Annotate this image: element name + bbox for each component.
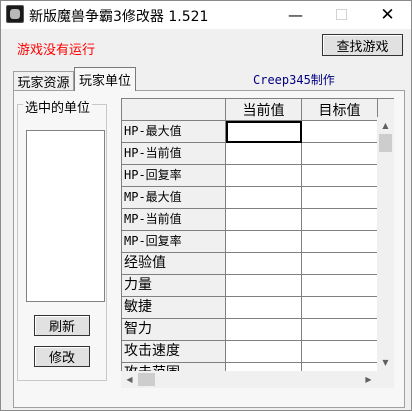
game-status-text: 游戏没有运行	[17, 43, 96, 58]
attribute-label: HP-最大值	[122, 121, 226, 143]
window-title: 新版魔兽争霸3修改器 1.521	[29, 9, 209, 25]
grid-corner-header	[122, 99, 226, 121]
vertical-scroll-thumb[interactable]	[379, 134, 392, 152]
attribute-label: HP-当前值	[122, 143, 226, 165]
attribute-label: MP-当前值	[122, 209, 226, 231]
grid-row: 力量	[122, 275, 394, 297]
current-value-cell[interactable]	[226, 297, 302, 319]
maximize-icon: ☐	[334, 6, 349, 24]
attribute-label: MP-回复率	[122, 231, 226, 253]
current-value-cell[interactable]	[226, 209, 302, 231]
grid-row: HP-最大值	[122, 121, 394, 143]
vertical-scrollbar[interactable]: ▲ ▼	[377, 117, 394, 371]
close-icon: ✕	[380, 5, 395, 25]
current-value-cell[interactable]	[226, 275, 302, 297]
grid-row: HP-回复率	[122, 165, 394, 187]
selected-unit-group-label: 选中的单位	[23, 97, 93, 116]
target-value-cell[interactable]	[302, 319, 378, 341]
target-value-cell[interactable]	[302, 165, 378, 187]
current-value-cell[interactable]	[226, 363, 302, 371]
target-value-cell[interactable]	[302, 209, 378, 231]
current-value-cell[interactable]	[226, 143, 302, 165]
refresh-button[interactable]: 刷新	[34, 315, 90, 336]
target-value-cell[interactable]	[302, 143, 378, 165]
attribute-label: MP-最大值	[122, 187, 226, 209]
current-value-cell[interactable]	[226, 187, 302, 209]
current-value-cell[interactable]	[226, 319, 302, 341]
app-window: 新版魔兽争霸3修改器 1.521 — ☐ ✕ 游戏没有运行 查找游戏 玩家资源 …	[0, 0, 412, 411]
target-value-cell[interactable]	[302, 341, 378, 363]
close-button[interactable]: ✕	[365, 1, 410, 29]
current-value-cell[interactable]	[226, 165, 302, 187]
target-value-cell[interactable]	[302, 187, 378, 209]
target-value-cell[interactable]	[302, 253, 378, 275]
target-value-cell[interactable]	[302, 121, 378, 143]
grid-row: HP-当前值	[122, 143, 394, 165]
target-value-cell[interactable]	[302, 297, 378, 319]
column-header-target[interactable]: 目标值	[302, 99, 378, 121]
app-icon[interactable]	[6, 5, 24, 23]
modify-button[interactable]: 修改	[34, 346, 90, 367]
attribute-label: 力量	[122, 275, 226, 297]
tab-player-units[interactable]: 玩家单位	[74, 67, 136, 91]
selected-unit-list[interactable]	[26, 130, 105, 302]
current-value-cell[interactable]	[226, 231, 302, 253]
attribute-label: 攻击速度	[122, 341, 226, 363]
attribute-label: HP-回复率	[122, 165, 226, 187]
grid-row: 攻击速度	[122, 341, 394, 363]
scroll-left-icon[interactable]: ◀	[121, 371, 138, 388]
scrollbar-corner	[377, 371, 394, 388]
current-value-cell[interactable]	[226, 121, 302, 143]
grid-row: 攻击范围	[122, 363, 394, 371]
target-value-cell[interactable]	[302, 231, 378, 253]
find-game-button[interactable]: 查找游戏	[322, 34, 403, 56]
grid-row: 智力	[122, 319, 394, 341]
target-value-cell[interactable]	[302, 275, 378, 297]
credit-text: Creep345制作	[253, 73, 335, 87]
horizontal-scroll-thumb[interactable]	[138, 373, 155, 386]
grid-row: MP-回复率	[122, 231, 394, 253]
attribute-label: 经验值	[122, 253, 226, 275]
attribute-label: 攻击范围	[122, 363, 226, 371]
title-bar[interactable]: 新版魔兽争霸3修改器 1.521 — ☐ ✕	[1, 1, 411, 29]
horizontal-scrollbar[interactable]: ◀ ▶	[121, 371, 377, 388]
target-value-cell[interactable]	[302, 363, 378, 371]
current-value-cell[interactable]	[226, 341, 302, 363]
column-header-current[interactable]: 当前值	[226, 99, 302, 121]
grid-row: MP-最大值	[122, 187, 394, 209]
current-value-cell[interactable]	[226, 253, 302, 275]
grid-row: 经验值	[122, 253, 394, 275]
minimize-icon: —	[288, 6, 303, 24]
grid-header-row: 当前值 目标值	[122, 99, 394, 121]
minimize-button[interactable]: —	[273, 1, 318, 29]
scroll-down-icon[interactable]: ▼	[377, 354, 394, 371]
grid-body: 当前值 目标值 HP-最大值 HP-当前值 HP-回复率 MP-最大值 MP-当前值 MP…	[122, 99, 394, 371]
tab-player-resources[interactable]: 玩家资源	[13, 71, 74, 91]
attribute-label: 智力	[122, 319, 226, 341]
grid-row: MP-当前值	[122, 209, 394, 231]
maximize-button[interactable]: ☐	[319, 1, 364, 29]
scroll-right-icon[interactable]: ▶	[360, 371, 377, 388]
scroll-up-icon[interactable]: ▲	[377, 117, 394, 134]
grid-row: 敏捷	[122, 297, 394, 319]
unit-attribute-grid: 当前值 目标值 HP-最大值 HP-当前值 HP-回复率 MP-最大值 MP-当前值 MP…	[121, 98, 394, 371]
attribute-label: 敏捷	[122, 297, 226, 319]
